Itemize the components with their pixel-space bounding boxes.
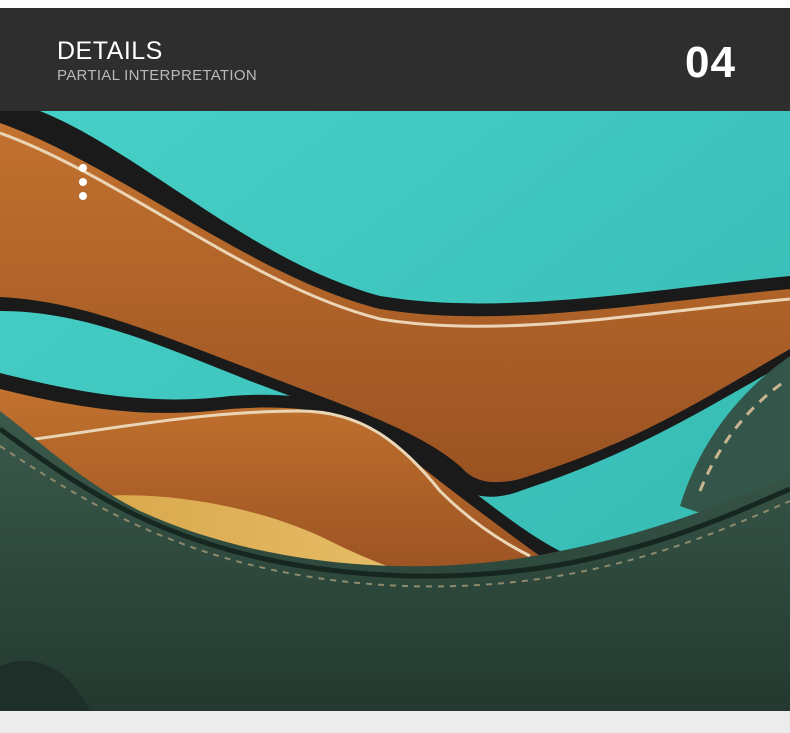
top-spacer [0,0,790,8]
carousel-dot-3 [79,192,87,200]
section-subtitle: PARTIAL INTERPRETATION [57,67,257,84]
section-number: 04 [685,38,736,87]
carousel-dot-2 [79,178,87,186]
carousel-dot-1 [79,164,87,172]
bottom-spacer [0,711,790,733]
sandal-closeup-illustration [0,111,790,711]
section-title: DETAILS [57,37,163,65]
section-header: DETAILS PARTIAL INTERPRETATION 04 [0,8,790,111]
product-detail-photo [0,111,790,711]
